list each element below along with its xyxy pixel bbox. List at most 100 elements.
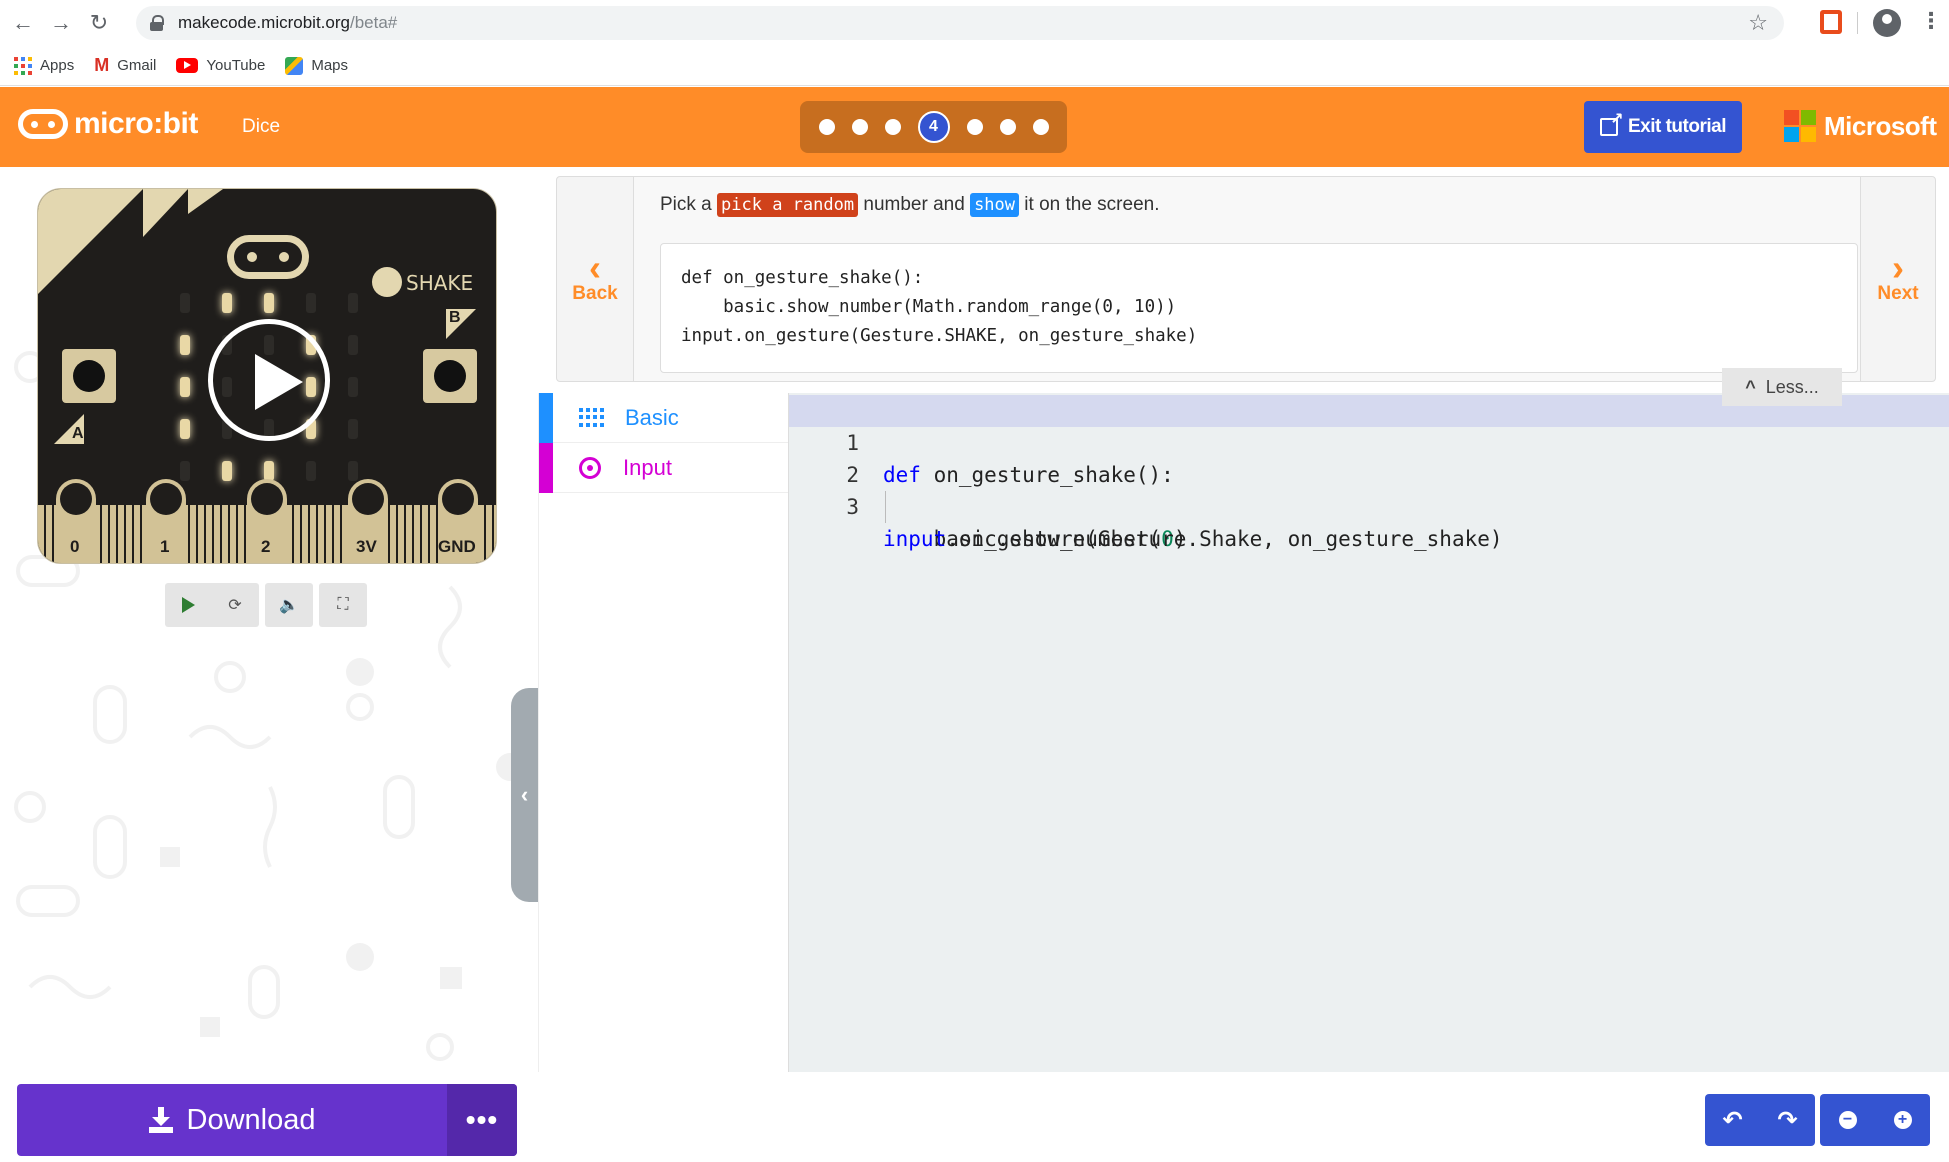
bookmark-apps[interactable]: Apps xyxy=(14,56,74,75)
download-more-button[interactable]: ••• xyxy=(447,1084,517,1156)
tutorial-card: ‹ Back Pick a pick a random number and s… xyxy=(556,176,1936,382)
back-arrow-icon[interactable]: ← xyxy=(8,8,38,38)
step-dot[interactable] xyxy=(1032,119,1049,135)
step-dot[interactable] xyxy=(851,119,868,135)
step-dot[interactable] xyxy=(818,119,835,135)
reload-icon[interactable]: ↻ xyxy=(84,8,114,38)
pin-label: 2 xyxy=(261,537,271,556)
snippet-line: input.on_gesture(Gesture.SHAKE, on_gestu… xyxy=(681,326,1198,346)
shake-button[interactable] xyxy=(372,267,402,297)
chevron-up-icon: ^ xyxy=(1745,376,1756,397)
exit-tutorial-label: Exit tutorial xyxy=(1627,116,1727,137)
simulator-controls: ⟳ 🔈 ⛶ xyxy=(165,583,367,627)
pin-label: 1 xyxy=(160,537,170,556)
address-bar[interactable]: makecode.microbit.org/beta# ☆ xyxy=(136,6,1784,40)
code-editor[interactable]: 1 def on_gesture_shake(): 2 basic.show_n… xyxy=(788,393,1949,1072)
tutorial-code-snippet: def on_gesture_shake(): basic.show_numbe… xyxy=(660,243,1858,373)
snippet-line: def on_gesture_shake(): xyxy=(681,268,924,288)
tutorial-next-button[interactable]: › Next xyxy=(1860,176,1936,382)
download-button[interactable]: Download xyxy=(17,1084,447,1156)
tutorial-back-button[interactable]: ‹ Back xyxy=(556,176,634,382)
button-b-label: B xyxy=(449,309,461,326)
exit-tutorial-button[interactable]: Exit tutorial xyxy=(1584,101,1742,153)
simulator-panel: SHAKE A B 0 1 2 3V GND ⟳ 🔈 ⛶ ‹ xyxy=(0,167,538,1072)
gmail-icon: M xyxy=(94,55,110,75)
browser-toolbar: ← → ↻ makecode.microbit.org/beta# ☆ ⋮ xyxy=(0,0,1949,46)
fullscreen-button[interactable]: ⛶ xyxy=(319,583,367,627)
profile-avatar-icon[interactable] xyxy=(1873,9,1901,37)
next-label: Next xyxy=(1877,283,1919,304)
instruction-text: number and xyxy=(858,194,971,215)
brand-label: Microsoft xyxy=(1824,110,1937,141)
grid-icon xyxy=(579,407,604,428)
step-dot[interactable] xyxy=(966,119,983,135)
code-keyword: input xyxy=(883,527,947,551)
undo-icon[interactable]: ↶ xyxy=(1722,1106,1742,1135)
block-hint-pick-random[interactable]: pick a random xyxy=(717,193,859,217)
start-simulator-play-icon[interactable] xyxy=(208,319,330,441)
code-line[interactable]: 2 basic.show_number(0) xyxy=(789,427,1949,551)
office-extension-icon[interactable] xyxy=(1820,10,1842,34)
redo-icon[interactable]: ↷ xyxy=(1777,1106,1797,1135)
microsoft-logo[interactable]: Microsoft xyxy=(1784,110,1937,142)
microbit-logo[interactable]: micro:bit xyxy=(18,107,198,141)
bookmark-label: Gmail xyxy=(117,57,157,74)
bookmark-star-icon[interactable]: ☆ xyxy=(1748,10,1768,36)
category-label: Input xyxy=(623,454,672,480)
undo-redo-group: ↶ ↷ xyxy=(1705,1094,1815,1146)
hint-less-button[interactable]: ^ Less... xyxy=(1722,368,1842,406)
pin-label: 3V xyxy=(356,537,377,556)
toolbar-divider xyxy=(1857,12,1858,34)
collapse-simulator-button[interactable]: ‹ xyxy=(511,688,538,902)
block-hint-show[interactable]: show xyxy=(970,193,1020,217)
step-dot[interactable] xyxy=(884,119,901,135)
chevron-right-icon: › xyxy=(1892,247,1904,288)
project-name: Dice xyxy=(242,116,281,137)
bookmark-label: YouTube xyxy=(206,57,266,74)
download-bar: Download ••• xyxy=(17,1084,517,1156)
touch-logo[interactable] xyxy=(227,235,309,279)
url-path: /beta# xyxy=(349,13,398,32)
more-dots-icon: ••• xyxy=(465,1104,499,1135)
app-header: micro:bit Dice 4 Exit tutorial Microsoft xyxy=(0,87,1949,167)
step-dot[interactable] xyxy=(999,119,1016,135)
button-b[interactable] xyxy=(423,349,477,403)
bookmark-youtube[interactable]: YouTube xyxy=(176,57,265,74)
instruction-text: it on the screen. xyxy=(1019,194,1160,215)
mute-button[interactable]: 🔈 xyxy=(265,583,313,627)
external-link-icon xyxy=(1599,109,1623,136)
chevron-left-icon: ‹ xyxy=(589,247,601,288)
lock-icon xyxy=(150,15,164,31)
snippet-line: basic.show_number(Math.random_range(0, 1… xyxy=(681,297,1177,317)
shake-label: SHAKE xyxy=(406,271,474,295)
button-a-label: A xyxy=(72,425,84,442)
bookmark-gmail[interactable]: M Gmail xyxy=(94,55,156,76)
code-line[interactable]: 3 input.on_gesture(Gesture.Shake, on_ges… xyxy=(789,459,1949,551)
button-a[interactable] xyxy=(62,349,116,403)
indent-guide xyxy=(885,491,886,523)
zoom-out-icon[interactable]: − xyxy=(1838,1111,1857,1129)
zoom-in-icon[interactable]: + xyxy=(1893,1111,1912,1129)
play-icon xyxy=(181,597,195,613)
speaker-icon: 🔈 xyxy=(279,597,299,614)
current-step[interactable]: 4 xyxy=(917,111,950,143)
toolbox: Basic Input xyxy=(538,392,788,1072)
restart-button[interactable]: ⟳ xyxy=(211,583,259,627)
toolbox-category-basic[interactable]: Basic xyxy=(539,392,788,443)
toolbox-category-input[interactable]: Input xyxy=(539,442,788,493)
play-button[interactable] xyxy=(165,583,211,627)
zoom-group: − + xyxy=(1820,1094,1930,1146)
maps-icon xyxy=(285,56,304,75)
browser-menu-icon[interactable]: ⋮ xyxy=(1920,8,1942,34)
bookmark-label: Maps xyxy=(311,57,349,74)
microbit-board[interactable]: SHAKE A B 0 1 2 3V GND xyxy=(37,188,497,564)
bookmarks-bar: Apps M Gmail YouTube Maps xyxy=(0,46,1949,86)
line-number: 3 xyxy=(846,495,859,519)
pin-label: 0 xyxy=(70,537,80,556)
bookmark-maps[interactable]: Maps xyxy=(285,56,349,75)
forward-arrow-icon[interactable]: → xyxy=(46,8,76,38)
tutorial-content: Pick a pick a random number and show it … xyxy=(634,176,1860,382)
code-text: .on_gesture(Gesture.Shake, on_gesture_sh… xyxy=(946,527,1503,551)
category-color-bar xyxy=(539,442,553,493)
download-icon xyxy=(148,1107,173,1133)
